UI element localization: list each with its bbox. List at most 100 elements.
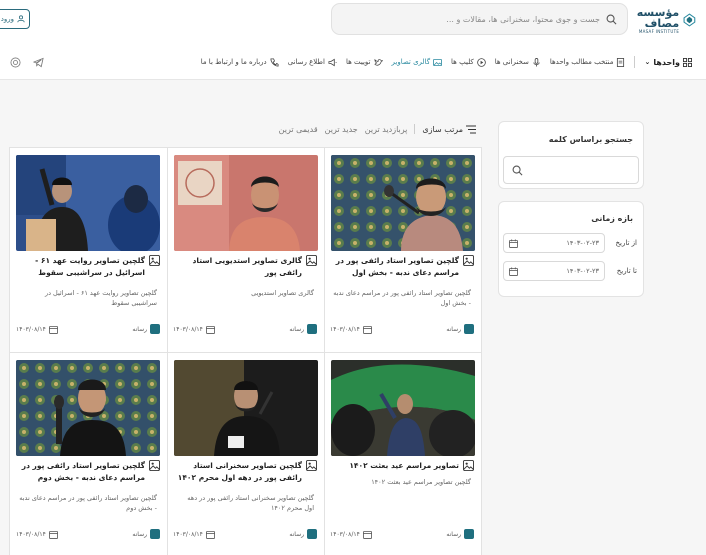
- author-name: رسانه: [132, 325, 147, 333]
- author-avatar: [150, 529, 160, 539]
- nav-item-tweets-label: توییت ها: [345, 58, 371, 66]
- card-title[interactable]: گالری تصاویر استدیویی استاد رائفی پور: [173, 255, 302, 279]
- gallery-card[interactable]: گلچین تصاویر سخنرانی استاد رائفی پور در …: [167, 353, 324, 555]
- card-title[interactable]: گلچین تصاویر سخنرانی استاد رائفی پور در …: [173, 460, 302, 484]
- sort-option-popular[interactable]: پربازدید ترین: [365, 125, 408, 134]
- date-value: ۱۴۰۳/۰۸/۱۴: [16, 530, 46, 538]
- date-value: ۱۴۰۳/۰۸/۱۴: [173, 325, 203, 333]
- gallery-card[interactable]: تصاویر مراسم عید بعثت ۱۴۰۲ گلچین تصاویر …: [324, 353, 481, 555]
- nav-item-about[interactable]: درباره ما و ارتباط با ما: [200, 57, 279, 67]
- card-date: ۱۴۰۳/۰۸/۱۴: [16, 530, 58, 539]
- card-author: رسانه: [132, 529, 160, 539]
- date-value: ۱۴۰۳/۰۸/۱۴: [173, 530, 203, 538]
- nav-item-speeches[interactable]: سخنرانی ها: [494, 57, 541, 67]
- megaphone-icon: [328, 58, 337, 66]
- card-title-row: تصاویر مراسم عید بعثت ۱۴۰۲: [330, 460, 474, 472]
- eitaa-icon[interactable]: [10, 57, 21, 68]
- date-from-row: از تاریخ ۱۴۰۳-۰۲-۲۳: [499, 233, 643, 253]
- search-icon[interactable]: [606, 14, 617, 25]
- card-meta: رسانه ۱۴۰۳/۰۸/۱۴: [173, 529, 317, 539]
- gallery-card[interactable]: گلچین تصاویر استاد رائفی پور در مراسم دع…: [10, 353, 167, 555]
- bird-icon: [373, 58, 383, 66]
- photo-speaker-audience: [16, 155, 160, 251]
- card-title[interactable]: گلچین تصاویر روایت عهد ۶۱ - اسرائیل در س…: [16, 255, 145, 279]
- card-date: ۱۴۰۳/۰۸/۱۴: [330, 325, 372, 334]
- card-thumbnail[interactable]: [16, 155, 160, 251]
- nav-units[interactable]: واحدها ⌄: [644, 57, 692, 67]
- keyword-search-field[interactable]: [503, 156, 639, 184]
- card-title-row: گلچین تصاویر روایت عهد ۶۱ - اسرائیل در س…: [16, 255, 160, 279]
- card-title[interactable]: گلچین تصاویر استاد رائفی پور در مراسم دع…: [330, 255, 459, 279]
- card-date: ۱۴۰۳/۰۸/۱۴: [173, 325, 215, 334]
- sort-option-oldest[interactable]: قدیمی ترین: [279, 125, 318, 134]
- author-name: رسانه: [446, 530, 461, 538]
- calendar-icon: [509, 266, 518, 276]
- author-name: رسانه: [289, 530, 304, 538]
- card-description: گالری تصاویر استدیویی: [251, 289, 314, 297]
- logo-icon: [683, 13, 696, 27]
- grid-icon: [683, 57, 692, 67]
- card-thumbnail[interactable]: [331, 155, 475, 251]
- site-logo[interactable]: مؤسسه مصاف MASAF INSTITUTE: [632, 6, 696, 34]
- author-name: رسانه: [446, 325, 461, 333]
- card-description: گلچین تصاویر روایت عهد ۶۱ - اسرائیل در س…: [44, 289, 157, 307]
- card-title[interactable]: گلچین تصاویر استاد رائفی پور در مراسم دع…: [16, 460, 145, 484]
- nav-item-featured-label: منتخب مطالب واحدها: [549, 58, 614, 66]
- nav-item-featured[interactable]: منتخب مطالب واحدها: [549, 57, 626, 67]
- date-range-title: بازه زمانی: [591, 214, 633, 223]
- calendar-icon: [509, 238, 518, 248]
- sort-option-newest[interactable]: جدید ترین: [325, 125, 358, 134]
- author-avatar: [464, 529, 474, 539]
- date-to-label: تا تاریخ: [616, 267, 637, 275]
- sort-icon: [466, 125, 476, 133]
- date-to-field[interactable]: ۱۴۰۳-۰۲-۲۳: [503, 261, 605, 281]
- photo-muharram-speech: [174, 360, 318, 456]
- telegram-icon[interactable]: [33, 57, 44, 68]
- card-date: ۱۴۰۳/۰۸/۱۴: [330, 530, 372, 539]
- card-description: گلچین تصاویر استاد رائفی پور در مراسم دع…: [19, 494, 157, 512]
- card-meta: رسانه ۱۴۰۳/۰۸/۱۴: [16, 529, 160, 539]
- login-button[interactable]: ورود: [0, 9, 30, 29]
- card-thumbnail[interactable]: [331, 360, 475, 456]
- nav-item-gallery[interactable]: گالری تصاویر: [392, 58, 443, 67]
- header-search-input[interactable]: [342, 14, 600, 24]
- author-avatar: [307, 529, 317, 539]
- calendar-icon: [48, 325, 58, 334]
- photo-speaker-mic: [331, 155, 475, 251]
- image-icon: [463, 460, 474, 471]
- sort-label: مرتب سازی: [422, 125, 476, 134]
- card-title[interactable]: تصاویر مراسم عید بعثت ۱۴۰۲: [330, 460, 459, 472]
- image-icon: [149, 460, 160, 471]
- nav-item-speeches-label: سخنرانی ها: [494, 58, 529, 66]
- card-author: رسانه: [132, 324, 160, 334]
- card-title-row: گلچین تصاویر استاد رائفی پور در مراسم دع…: [16, 460, 160, 484]
- card-thumbnail[interactable]: [174, 360, 318, 456]
- photo-studio-portrait: [174, 155, 318, 251]
- card-date: ۱۴۰۳/۰۸/۱۴: [173, 530, 215, 539]
- date-from-value: ۱۴۰۳-۰۲-۲۳: [566, 239, 599, 247]
- author-avatar: [307, 324, 317, 334]
- date-from-field[interactable]: ۱۴۰۳-۰۲-۲۳: [503, 233, 605, 253]
- card-description: گلچین تصاویر استاد رائفی پور در مراسم دع…: [333, 289, 471, 307]
- date-to-row: تا تاریخ ۱۴۰۳-۰۲-۲۳: [499, 261, 643, 281]
- card-thumbnail[interactable]: [174, 155, 318, 251]
- card-thumbnail[interactable]: [16, 360, 160, 456]
- card-author: رسانه: [289, 324, 317, 334]
- gallery-card[interactable]: گلچین تصاویر استاد رائفی پور در مراسم دع…: [324, 148, 481, 353]
- nav-item-about-label: درباره ما و ارتباط با ما: [200, 58, 267, 66]
- nav-item-clips[interactable]: کلیپ ها: [451, 57, 486, 67]
- top-header: مؤسسه مصاف MASAF INSTITUTE ورود واحدها ⌄: [0, 0, 706, 80]
- author-name: رسانه: [289, 325, 304, 333]
- date-to-value: ۱۴۰۳-۰۲-۲۳: [566, 267, 599, 275]
- card-author: رسانه: [446, 529, 474, 539]
- nav-item-news[interactable]: اطلاع رسانی: [288, 58, 337, 67]
- nav-item-tweets[interactable]: توییت ها: [346, 58, 383, 67]
- keyword-search-panel: جستجو براساس کلمه: [498, 121, 644, 189]
- gallery-card[interactable]: گالری تصاویر استدیویی استاد رائفی پور گا…: [167, 148, 324, 353]
- nav-item-clips-label: کلیپ ها: [451, 58, 474, 66]
- calendar-icon: [362, 325, 372, 334]
- gallery-card[interactable]: گلچین تصاویر روایت عهد ۶۱ - اسرائیل در س…: [10, 148, 167, 353]
- social-links: [10, 57, 44, 68]
- image-icon: [306, 460, 317, 471]
- microphone-icon: [533, 57, 540, 67]
